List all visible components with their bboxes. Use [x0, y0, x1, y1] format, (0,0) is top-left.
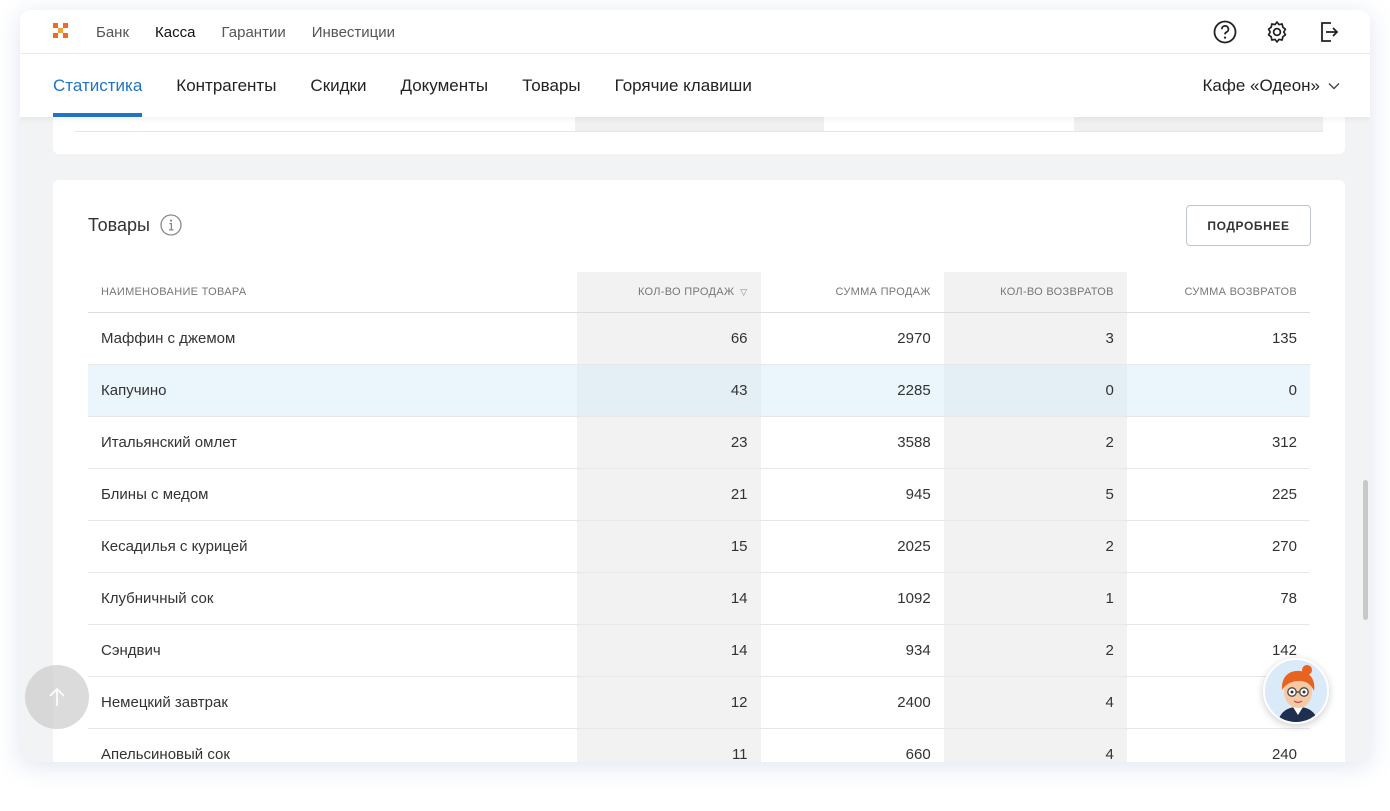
- cell-sales-count: 23: [577, 416, 761, 469]
- sort-down-icon: ▽: [740, 286, 748, 297]
- cell-returns-sum: 240: [1126, 728, 1310, 762]
- toplink-bank[interactable]: Банк: [96, 24, 129, 41]
- header-sales-count[interactable]: КОЛ-ВО ПРОДАЖ ▽: [577, 272, 761, 313]
- cell-returns-count: 4: [943, 728, 1127, 762]
- table-row[interactable]: Итальянский омлет 23 3588 2 312: [88, 416, 1310, 469]
- cell-returns-count: 5: [943, 468, 1127, 521]
- cell-product-name: Апельсиновый сок: [88, 728, 578, 762]
- cell-returns-sum: 78: [1126, 572, 1310, 625]
- tab-discounts[interactable]: Скидки: [310, 54, 366, 117]
- table-row[interactable]: Апельсиновый сок 11 660 4 240: [88, 728, 1310, 762]
- tab-products[interactable]: Товары: [522, 54, 580, 117]
- cell-returns-count: 3: [943, 312, 1127, 365]
- cell-sales-sum: 2285: [760, 364, 944, 417]
- table-row[interactable]: Клубничный сок 14 1092 1 78: [88, 572, 1310, 625]
- top-navbar: Банк Касса Гарантии Инвестиции: [20, 10, 1370, 54]
- card-header: Товары: [88, 214, 182, 236]
- cell-sales-count: 66: [577, 312, 761, 365]
- cell-returns-count: 1: [943, 572, 1127, 625]
- cell-sales-sum: 945: [760, 468, 944, 521]
- previous-card: [53, 117, 1345, 154]
- cell-product-name: Сэндвич: [88, 624, 578, 677]
- arrow-up-icon: [49, 687, 65, 706]
- cell-sales-count: 12: [577, 676, 761, 729]
- cell-product-name: Немецкий завтрак: [88, 676, 578, 729]
- cell-returns-count: 2: [943, 624, 1127, 677]
- previous-card-cell: [1074, 117, 1323, 132]
- table-row[interactable]: Немецкий завтрак122400480: [88, 676, 1310, 729]
- header-product-name[interactable]: НАИМЕНОВАНИЕ ТОВАРА: [88, 272, 578, 313]
- cell-returns-sum: 0: [1126, 364, 1310, 417]
- section-navbar: Статистика Контрагенты Скидки Документы …: [20, 54, 1370, 117]
- cell-product-name: Блины с медом: [88, 468, 578, 521]
- products-table: НАИМЕНОВАНИЕ ТОВАРА КОЛ-ВО ПРОДАЖ ▽ СУММА…: [88, 272, 1310, 762]
- cell-returns-sum: 270: [1126, 520, 1310, 573]
- table-row[interactable]: Блины с медом 21 945 5 225: [88, 468, 1310, 521]
- cell-sales-sum: 934: [760, 624, 944, 677]
- cell-returns-sum: 135: [1126, 312, 1310, 365]
- cell-returns-sum: 225: [1126, 468, 1310, 521]
- tab-statistics[interactable]: Статистика: [53, 54, 143, 117]
- cell-returns-sum: 312: [1126, 416, 1310, 469]
- card-title: Товары: [88, 214, 150, 235]
- tab-counterparties[interactable]: Контрагенты: [176, 54, 276, 117]
- previous-card-divider: [75, 131, 1323, 132]
- top-links: Банк Касса Гарантии Инвестиции: [96, 10, 395, 54]
- table-row[interactable]: Маффин с джемом 66 2970 3 135: [88, 312, 1310, 365]
- header-sales-sum[interactable]: СУММА ПРОДАЖ: [760, 272, 944, 313]
- section-tabs: Статистика Контрагенты Скидки Документы …: [53, 54, 752, 117]
- top-icons: [1212, 19, 1342, 45]
- table-row[interactable]: Капучино 43 2285 0 0: [88, 364, 1310, 417]
- cell-returns-count: 4: [943, 676, 1127, 729]
- logout-icon[interactable]: [1316, 19, 1342, 45]
- shop-selector[interactable]: Кафе «Одеон»: [1203, 54, 1341, 117]
- help-icon[interactable]: [1212, 19, 1238, 45]
- tab-documents[interactable]: Документы: [401, 54, 489, 117]
- scrollbar-thumb[interactable]: [1363, 480, 1368, 620]
- scroll-to-top-button[interactable]: [25, 665, 89, 729]
- cell-sales-count: 11: [577, 728, 761, 762]
- cell-product-name: Маффин с джемом: [88, 312, 578, 365]
- header-sales-count-label: КОЛ-ВО ПРОДАЖ: [637, 285, 735, 298]
- products-card: Товары ПОДРОБНЕЕ НАИМЕНОВАНИЕ ТОВАРА КОЛ…: [53, 180, 1345, 762]
- cell-sales-count: 43: [577, 364, 761, 417]
- cell-sales-sum: 3588: [760, 416, 944, 469]
- cell-sales-count: 21: [577, 468, 761, 521]
- cell-sales-sum: 2400: [760, 676, 944, 729]
- cell-sales-sum: 1092: [760, 572, 944, 625]
- cell-sales-sum: 660: [760, 728, 944, 762]
- gear-icon[interactable]: [1264, 19, 1290, 45]
- cell-product-name: Итальянский омлет: [88, 416, 578, 469]
- cell-sales-sum: 2025: [760, 520, 944, 573]
- chevron-down-icon: [1328, 82, 1340, 89]
- more-details-button[interactable]: ПОДРОБНЕЕ: [1186, 205, 1311, 246]
- header-returns-count[interactable]: КОЛ-ВО ВОЗВРАТОВ: [943, 272, 1127, 313]
- cell-product-name: Капучино: [88, 364, 578, 417]
- assistant-avatar-button[interactable]: [1263, 658, 1329, 724]
- previous-card-cell: [575, 117, 824, 132]
- table-header-row: НАИМЕНОВАНИЕ ТОВАРА КОЛ-ВО ПРОДАЖ ▽ СУММА…: [88, 272, 1310, 313]
- table-row[interactable]: Кесадилья с курицей 15 2025 2 270: [88, 520, 1310, 573]
- cell-returns-count: 2: [943, 416, 1127, 469]
- app-window: Банк Касса Гарантии Инвестиции Статистик…: [20, 10, 1370, 762]
- header-returns-sum[interactable]: СУММА ВОЗВРАТОВ: [1126, 272, 1310, 313]
- toplink-investments[interactable]: Инвестиции: [312, 24, 395, 41]
- cell-sales-count: 14: [577, 572, 761, 625]
- cell-returns-count: 0: [943, 364, 1127, 417]
- tab-hotkeys[interactable]: Горячие клавиши: [615, 54, 752, 117]
- toplink-guarantees[interactable]: Гарантии: [221, 24, 285, 41]
- cell-sales-count: 15: [577, 520, 761, 573]
- toplink-kassa[interactable]: Касса: [155, 24, 195, 41]
- logo-icon[interactable]: [53, 23, 69, 39]
- cell-returns-count: 2: [943, 520, 1127, 573]
- shop-name: Кафе «Одеон»: [1202, 75, 1321, 95]
- info-icon[interactable]: [160, 214, 182, 236]
- cell-sales-count: 14: [577, 624, 761, 677]
- table-row[interactable]: Сэндвич 14 934 2 142: [88, 624, 1310, 677]
- cell-product-name: Клубничный сок: [88, 572, 578, 625]
- cell-sales-sum: 2970: [760, 312, 944, 365]
- cell-product-name: Кесадилья с курицей: [88, 520, 578, 573]
